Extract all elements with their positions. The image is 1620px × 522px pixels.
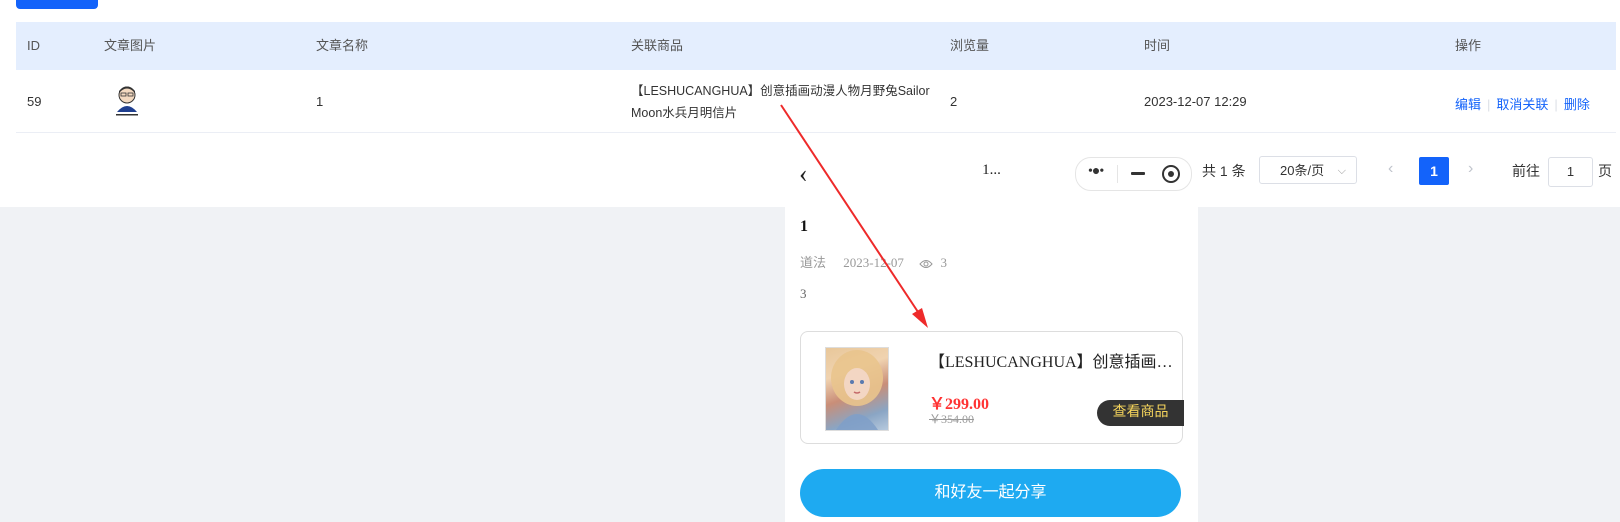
col-time: 时间 — [1144, 38, 1171, 53]
article-title: 1 — [800, 218, 808, 235]
chevron-down-icon: ⌵ — [1337, 165, 1346, 177]
cell-ops: 编辑 | 取消关联 | 删除 — [1455, 94, 1590, 113]
col-ops: 操作 — [1455, 38, 1482, 53]
product-original-price: ￥354.00 — [929, 412, 975, 426]
product-line-2: Moon水兵月明信片 — [631, 106, 738, 120]
close-target-icon[interactable] — [1162, 165, 1180, 183]
article-date: 2023-12-07 — [843, 255, 904, 270]
share-button[interactable]: 和好友一起分享 — [800, 469, 1181, 517]
cell-id: 59 — [27, 94, 42, 109]
cell-views: 2 — [950, 94, 958, 109]
table-row: 59 1 【LESHUCANGHUA】创意插画动漫人物月野兔Sailor Moo… — [16, 70, 1616, 133]
add-button[interactable] — [16, 0, 98, 9]
minimize-icon[interactable] — [1131, 172, 1145, 175]
article-image — [116, 86, 138, 116]
total-count: 共 1 条 — [1202, 163, 1246, 179]
cell-time: 2023-12-07 12:29 — [1144, 94, 1247, 109]
goto-label: 前往 — [1512, 163, 1540, 179]
edit-button[interactable]: 编辑 — [1455, 97, 1481, 112]
col-name: 文章名称 — [316, 38, 369, 53]
product-card[interactable]: 【LESHUCANGHUA】创意插画动漫人物月野兔Sailor Moon水兵月明… — [800, 331, 1184, 444]
article-views: 3 — [940, 255, 947, 270]
page-size-value: 20条/页 — [1280, 163, 1325, 178]
op-divider: | — [1554, 97, 1558, 112]
product-illustration — [831, 350, 883, 430]
cell-product: 【LESHUCANGHUA】创意插画动漫人物月野兔Sailor Moon水兵月明… — [631, 80, 930, 124]
col-id: ID — [27, 38, 40, 53]
article-preview: ‹ 1... •●• 1 道法 2023-12-07 3 3 【LESHUCAN… — [785, 152, 1198, 522]
unlink-button[interactable]: 取消关联 — [1496, 97, 1548, 112]
col-views: 浏览量 — [950, 38, 990, 53]
product-image — [825, 347, 889, 431]
page-unit: 页 — [1598, 163, 1612, 179]
product-line-1: 【LESHUCANGHUA】创意插画动漫人物月野兔Sailor — [631, 84, 930, 98]
op-divider: | — [1487, 97, 1491, 112]
prev-page-button[interactable]: ‹ — [1388, 160, 1393, 178]
next-page-button[interactable]: › — [1468, 160, 1473, 178]
capsule-divider — [1117, 165, 1118, 183]
product-name: 【LESHUCANGHUA】创意插画动漫人物月野兔Sailor Moon水兵月明… — [929, 354, 1173, 371]
view-product-button[interactable]: 查看商品 — [1097, 400, 1184, 426]
miniprogram-capsule: •●• — [1075, 157, 1192, 191]
article-meta: 道法 2023-12-07 3 — [800, 252, 947, 271]
page-1-button[interactable]: 1 — [1419, 157, 1449, 185]
eye-icon — [919, 260, 933, 269]
table-header: ID 文章图片 文章名称 关联商品 浏览量 时间 操作 — [16, 22, 1616, 70]
cell-name: 1 — [316, 94, 324, 109]
goto-page-input[interactable]: 1 — [1548, 157, 1593, 187]
article-author: 道法 — [800, 255, 827, 270]
article-body: 3 — [800, 286, 807, 301]
col-image: 文章图片 — [104, 38, 157, 53]
more-icon[interactable]: •●• — [1088, 164, 1104, 180]
delete-button[interactable]: 删除 — [1564, 97, 1590, 112]
col-product: 关联商品 — [631, 38, 684, 53]
page-size-select[interactable]: 20条/页 ⌵ — [1259, 156, 1357, 184]
